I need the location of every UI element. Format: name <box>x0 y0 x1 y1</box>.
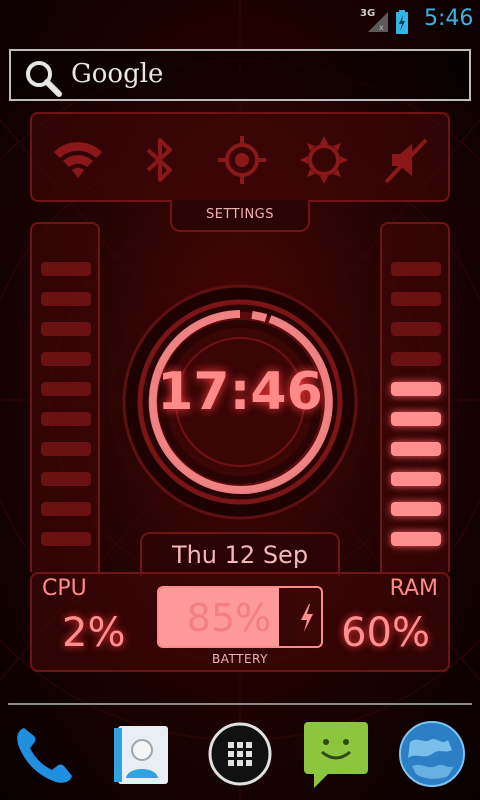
search-icon <box>26 61 62 97</box>
status-bar: 3G x 5:46 <box>0 0 480 40</box>
ram-value: 60% <box>341 610 430 656</box>
messaging-icon[interactable] <box>300 718 372 790</box>
meter-bar <box>41 292 91 306</box>
meter-bar <box>391 442 441 456</box>
svg-text:x: x <box>379 23 384 32</box>
globe-icon[interactable] <box>396 718 468 790</box>
battery-caption: BATTERY <box>212 652 268 666</box>
cpu-meter <box>30 222 100 572</box>
signal-icon: x <box>368 12 388 32</box>
meter-bar <box>41 382 91 396</box>
charging-bolt-icon <box>295 588 319 646</box>
meter-bar <box>391 292 441 306</box>
brightness-icon[interactable] <box>296 132 352 188</box>
meter-bar <box>391 382 441 396</box>
sound-muted-icon[interactable] <box>378 132 434 188</box>
meter-bar <box>41 502 91 516</box>
phone-icon[interactable] <box>10 718 82 790</box>
clock-time: 17:46 <box>157 362 323 422</box>
google-search-bar[interactable]: Google <box>9 49 471 101</box>
meter-bar <box>391 352 441 366</box>
quick-toggles-panel <box>30 112 450 202</box>
gps-icon[interactable] <box>214 132 270 188</box>
meter-bar <box>41 262 91 276</box>
ram-title: RAM <box>389 576 438 601</box>
dock-divider <box>8 703 472 705</box>
meter-bar <box>391 322 441 336</box>
wifi-icon[interactable] <box>50 132 106 188</box>
meter-bar <box>391 532 441 546</box>
battery-gauge[interactable]: 85% <box>157 586 323 648</box>
app-drawer-icon[interactable] <box>204 718 276 790</box>
battery-charging-icon <box>396 10 408 34</box>
meter-bar <box>391 502 441 516</box>
cpu-value: 2% <box>62 610 126 656</box>
contacts-icon[interactable] <box>108 718 180 790</box>
cpu-title: CPU <box>42 576 87 601</box>
meter-bar <box>41 412 91 426</box>
status-time: 5:46 <box>424 6 474 31</box>
meter-bar <box>41 532 91 546</box>
meter-bar <box>41 352 91 366</box>
meter-bar <box>41 322 91 336</box>
meter-bar <box>391 472 441 486</box>
ram-meter <box>380 222 450 572</box>
bluetooth-icon[interactable] <box>132 132 188 188</box>
date-label[interactable]: Thu 12 Sep <box>140 532 340 576</box>
meter-bar <box>41 442 91 456</box>
settings-button[interactable]: SETTINGS <box>170 200 310 232</box>
search-label: Google <box>71 59 164 89</box>
stats-panel: CPU 2% 85% BATTERY RAM 60% <box>30 572 450 672</box>
meter-bar <box>391 262 441 276</box>
battery-percent: 85% <box>186 596 272 640</box>
meter-bar <box>391 412 441 426</box>
meter-bar <box>41 472 91 486</box>
